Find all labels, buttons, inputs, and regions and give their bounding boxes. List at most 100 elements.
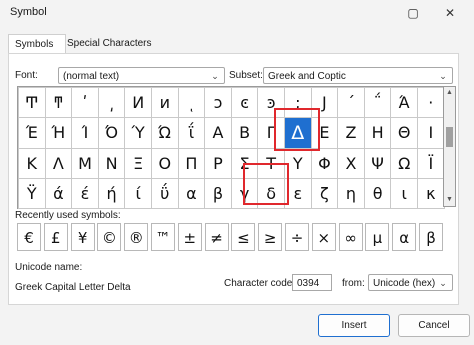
symbol-cell[interactable]: η [337,177,365,209]
scroll-up-icon[interactable]: ▲ [444,88,455,98]
symbol-cell[interactable]: ά [44,177,73,209]
scroll-thumb[interactable] [446,127,453,147]
highlight-lowercase-delta [243,163,289,205]
subset-value: Greek and Coptic [268,71,346,82]
recent-symbol-cell[interactable]: µ [365,223,390,251]
symbol-cell[interactable]: ζ [310,177,339,209]
recent-symbol-cell[interactable]: ≤ [231,223,256,251]
symbol-cell[interactable]: κ [417,177,445,209]
symbol-cell[interactable]: Η [363,117,392,149]
cancel-button[interactable]: Cancel [398,314,470,337]
recent-symbol-cell[interactable]: £ [43,223,68,251]
symbol-cell[interactable]: Ύ [124,117,152,149]
unicode-name-label: Unicode name: [15,262,83,273]
symbol-cell[interactable]: Ρ [204,147,232,179]
symbol-cell[interactable]: ͳ [44,87,73,119]
symbol-grid: Ͳͳ ʹ ͵ Ͷͷ ͺ ͻ ͼ ͽ; Ϳ ΄ ΅ Ά · Έ Ή Ί Ό Ύ Ώΐ Α Β Γ Δ Ε Ζ Η Θ Ι Κ Λ Μ Ν Ξ Ο Π Ρ… [17,86,445,209]
symbol-cell[interactable]: Ͳ [18,87,46,119]
symbol-cell[interactable]: Α [204,117,232,149]
symbol-cell[interactable]: Έ [18,117,46,149]
symbol-cell[interactable]: Ψ [363,147,392,179]
recent-symbol-cell[interactable]: € [17,223,41,251]
symbol-cell[interactable]: β [204,177,232,209]
symbol-cell[interactable]: Ͷ [124,87,152,119]
symbol-cell[interactable]: Ή [44,117,73,149]
from-dropdown[interactable]: Unicode (hex) ⌄ [368,274,453,291]
symbol-cell[interactable]: Β [230,117,259,149]
recent-symbol-cell[interactable]: ∞ [338,223,363,251]
symbol-cell[interactable]: θ [363,177,392,209]
recent-symbols: € £ ¥ © ® ™ ± ≠ ≤ ≥ ÷ × ∞ µ α β [17,223,448,252]
symbol-cell[interactable]: Φ [310,147,339,179]
symbol-cell[interactable]: Ξ [124,147,152,179]
subset-dropdown[interactable]: Greek and Coptic ⌄ [263,67,453,84]
symbol-cell[interactable]: ι [390,177,418,209]
recent-symbol-cell[interactable]: © [97,223,122,251]
symbol-cell[interactable]: ͷ [151,87,179,119]
window-title: Symbol [10,6,47,18]
font-label: Font: [15,70,38,81]
character-code-input[interactable]: 0394 [292,274,332,291]
restore-icon[interactable]: ▢ [403,4,423,22]
symbol-cell[interactable]: α [177,177,206,209]
recent-symbol-cell[interactable]: α [392,223,417,251]
symbol-cell[interactable]: Μ [71,147,99,179]
recent-symbol-cell[interactable]: × [311,223,336,251]
symbols-panel: Font: (normal text) ⌄ Subset: Greek and … [8,53,459,305]
symbol-cell[interactable]: Θ [390,117,418,149]
symbol-cell[interactable]: ͻ [204,87,232,119]
chevron-down-icon: ⌄ [439,278,447,288]
chevron-down-icon: ⌄ [439,71,447,81]
symbol-cell[interactable]: έ [71,177,99,209]
title-bar: Symbol ▢ ✕ [0,0,474,28]
grid-scrollbar[interactable]: ▲ ▼ [443,86,456,207]
recent-symbol-cell[interactable]: ™ [151,223,175,251]
recent-symbol-cell[interactable]: ÷ [285,223,309,251]
recent-symbol-cell[interactable]: ≠ [204,223,229,251]
symbol-cell[interactable]: Λ [44,147,73,179]
tab-special-characters[interactable]: Special Characters [61,34,171,53]
symbol-cell[interactable]: ή [97,177,126,209]
symbol-cell[interactable]: Ί [71,117,99,149]
symbol-cell[interactable]: Ώ [151,117,179,149]
symbol-cell[interactable]: ί [124,177,152,209]
symbol-cell[interactable]: · [417,87,445,119]
symbol-cell[interactable]: Ω [390,147,418,179]
highlight-selected-delta [274,108,320,151]
recent-symbol-cell[interactable]: ® [124,223,149,251]
symbol-cell[interactable]: ΐ [177,117,206,149]
from-label: from: [342,278,365,289]
symbol-cell[interactable]: Π [177,147,206,179]
character-code-label: Character code: [224,278,296,289]
font-dropdown[interactable]: (normal text) ⌄ [58,67,225,84]
symbol-cell[interactable]: Ϋ [18,177,46,209]
recent-symbol-cell[interactable]: ¥ [70,223,95,251]
symbol-cell[interactable]: Ζ [337,117,365,149]
close-icon[interactable]: ✕ [440,4,460,22]
symbol-cell[interactable]: ʹ [71,87,99,119]
symbol-cell[interactable]: ΰ [151,177,179,209]
symbol-cell[interactable]: ͵ [97,87,126,119]
symbol-cell[interactable]: ΅ [363,87,392,119]
symbol-cell[interactable]: ͼ [230,87,259,119]
insert-button[interactable]: Insert [318,314,390,337]
symbol-cell[interactable]: Ϊ [417,147,445,179]
symbol-cell[interactable]: Κ [18,147,46,179]
recent-label: Recently used symbols: [15,210,121,221]
symbol-cell[interactable]: Ι [417,117,445,149]
from-value: Unicode (hex) [373,278,436,289]
subset-label: Subset: [229,70,263,81]
symbol-cell[interactable]: Χ [337,147,365,179]
recent-symbol-cell[interactable]: ± [177,223,202,251]
symbol-cell[interactable]: ͺ [177,87,206,119]
symbol-cell[interactable]: Ν [97,147,126,179]
symbol-cell[interactable]: ΄ [337,87,365,119]
tab-symbols[interactable]: Symbols [8,34,66,54]
symbol-cell[interactable]: Ο [151,147,179,179]
scroll-down-icon[interactable]: ▼ [444,195,455,205]
symbol-cell[interactable]: Ό [97,117,126,149]
font-value: (normal text) [63,71,120,82]
recent-symbol-cell[interactable]: β [419,223,443,251]
recent-symbol-cell[interactable]: ≥ [258,223,283,251]
symbol-cell[interactable]: Ά [390,87,418,119]
